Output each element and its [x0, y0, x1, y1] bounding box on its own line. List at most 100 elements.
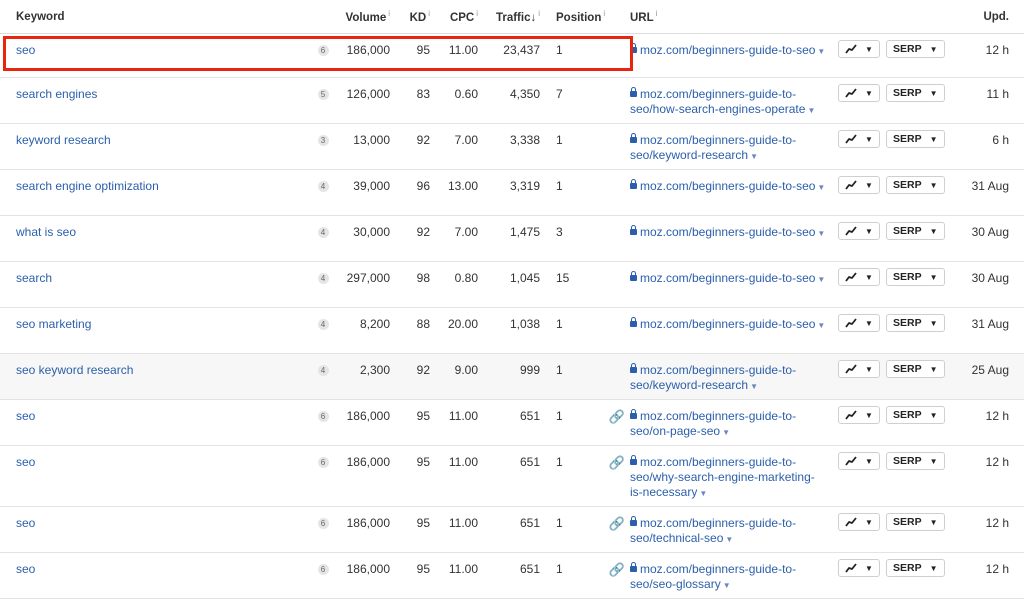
col-traffic[interactable]: Traffic↓ i — [478, 0, 540, 34]
serp-button[interactable]: SERP ▼ — [886, 513, 945, 531]
trend-button[interactable]: ▼ — [838, 452, 880, 470]
keyword-link[interactable]: seo — [16, 409, 35, 423]
info-icon[interactable]: i — [656, 9, 658, 18]
serp-count-badge[interactable]: 6 — [317, 457, 329, 468]
serp-count-badge[interactable]: 4 — [317, 273, 329, 284]
serp-count-badge[interactable]: 4 — [317, 181, 329, 192]
url-link[interactable]: moz.com/beginners-guide-to-seo — [640, 271, 815, 285]
link-icon[interactable] — [604, 354, 630, 363]
url-link[interactable]: moz.com/beginners-guide-to-seo — [640, 179, 815, 193]
keyword-link[interactable]: seo — [16, 455, 35, 469]
link-icon[interactable]: 🔗 — [604, 446, 630, 470]
link-icon-cell — [604, 215, 630, 262]
trend-button[interactable]: ▼ — [838, 406, 880, 424]
chevron-down-icon: ▼ — [929, 272, 938, 282]
serp-button[interactable]: SERP ▼ — [886, 452, 945, 470]
trend-button[interactable]: ▼ — [838, 222, 880, 240]
serp-button[interactable]: SERP ▼ — [886, 84, 945, 102]
info-icon[interactable]: i — [603, 9, 605, 18]
url-dropdown-icon[interactable]: ▼ — [817, 47, 825, 56]
col-updated[interactable]: Upd. — [952, 0, 1024, 34]
url-dropdown-icon[interactable]: ▼ — [817, 229, 825, 238]
link-icon[interactable]: 🔗 — [604, 553, 630, 577]
keyword-link[interactable]: search engine optimization — [16, 179, 159, 193]
url-dropdown-icon[interactable]: ▼ — [817, 183, 825, 192]
info-icon[interactable]: i — [428, 9, 430, 18]
serp-button[interactable]: SERP ▼ — [886, 268, 945, 286]
trend-button[interactable]: ▼ — [838, 176, 880, 194]
link-icon[interactable]: 🔗 — [604, 507, 630, 531]
serp-button[interactable]: SERP ▼ — [886, 559, 945, 577]
keyword-link[interactable]: seo — [16, 562, 35, 576]
col-cpc[interactable]: CPC i — [430, 0, 478, 34]
serp-count-badge[interactable]: 3 — [317, 135, 329, 146]
serp-button[interactable]: SERP ▼ — [886, 176, 945, 194]
trend-button[interactable]: ▼ — [838, 559, 880, 577]
serp-button[interactable]: SERP ▼ — [886, 314, 945, 332]
url-link[interactable]: moz.com/beginners-guide-to-seo/seo-gloss… — [630, 562, 796, 591]
url-dropdown-icon[interactable]: ▼ — [817, 321, 825, 330]
volume-value: 13,000 — [353, 133, 390, 147]
url-dropdown-icon[interactable]: ▼ — [817, 275, 825, 284]
keyword-link[interactable]: seo keyword research — [16, 363, 133, 377]
url-link[interactable]: moz.com/beginners-guide-to-seo/how-searc… — [630, 87, 805, 116]
serp-count-badge[interactable]: 6 — [317, 518, 329, 529]
keyword-link[interactable]: search — [16, 271, 52, 285]
serp-count-badge[interactable]: 4 — [317, 227, 329, 238]
keyword-link[interactable]: keyword research — [16, 133, 111, 147]
url-link[interactable]: moz.com/beginners-guide-to-seo/keyword-r… — [630, 363, 796, 392]
trend-button[interactable]: ▼ — [838, 314, 880, 332]
serp-button[interactable]: SERP ▼ — [886, 360, 945, 378]
url-dropdown-icon[interactable]: ▼ — [750, 382, 758, 391]
col-keyword[interactable]: Keyword — [0, 0, 308, 34]
serp-button[interactable]: SERP ▼ — [886, 406, 945, 424]
url-dropdown-icon[interactable]: ▼ — [699, 489, 707, 498]
url-dropdown-icon[interactable]: ▼ — [725, 535, 733, 544]
url-link[interactable]: moz.com/beginners-guide-to-seo — [640, 225, 815, 239]
url-link[interactable]: moz.com/beginners-guide-to-seo/why-searc… — [630, 455, 815, 499]
url-link[interactable]: moz.com/beginners-guide-to-seo/on-page-s… — [630, 409, 796, 438]
keyword-link[interactable]: search engines — [16, 87, 97, 101]
link-icon[interactable] — [604, 216, 630, 225]
url-link[interactable]: moz.com/beginners-guide-to-seo — [640, 317, 815, 331]
col-position[interactable]: Position i — [540, 0, 605, 34]
link-icon[interactable] — [604, 262, 630, 271]
trend-button[interactable]: ▼ — [838, 360, 880, 378]
position-cell: 15 — [540, 261, 604, 308]
link-icon[interactable] — [604, 78, 630, 87]
serp-count-badge[interactable]: 5 — [317, 89, 329, 100]
serp-button[interactable]: SERP ▼ — [886, 40, 945, 58]
info-icon[interactable]: i — [476, 9, 478, 18]
info-icon[interactable]: i — [388, 9, 390, 18]
keyword-link[interactable]: seo — [16, 516, 35, 530]
serp-count-badge[interactable]: 6 — [317, 564, 329, 575]
trend-button[interactable]: ▼ — [838, 268, 880, 286]
serp-count-badge[interactable]: 4 — [317, 365, 329, 376]
info-icon[interactable]: i — [538, 9, 540, 18]
trend-button[interactable]: ▼ — [838, 84, 880, 102]
url-dropdown-icon[interactable]: ▼ — [723, 581, 731, 590]
url-link[interactable]: moz.com/beginners-guide-to-seo/technical… — [630, 516, 796, 545]
url-dropdown-icon[interactable]: ▼ — [807, 106, 815, 115]
serp-count-badge[interactable]: 6 — [317, 411, 329, 422]
link-icon[interactable] — [604, 308, 630, 317]
url-link[interactable]: moz.com/beginners-guide-to-seo/keyword-r… — [630, 133, 796, 162]
trend-button[interactable]: ▼ — [838, 130, 880, 148]
link-icon[interactable]: 🔗 — [604, 400, 630, 424]
keyword-link[interactable]: what is seo — [16, 225, 76, 239]
link-icon[interactable] — [604, 170, 630, 179]
col-url[interactable]: URL i — [630, 0, 838, 34]
trend-button[interactable]: ▼ — [838, 40, 880, 58]
col-volume[interactable]: Volume i — [338, 0, 390, 34]
link-icon[interactable] — [604, 124, 630, 133]
url-link[interactable]: moz.com/beginners-guide-to-seo — [640, 43, 815, 57]
url-dropdown-icon[interactable]: ▼ — [722, 428, 730, 437]
trend-button[interactable]: ▼ — [838, 513, 880, 531]
serp-count-badge[interactable]: 4 — [317, 319, 329, 330]
serp-button[interactable]: SERP ▼ — [886, 130, 945, 148]
kd-cell: 95 — [390, 445, 430, 507]
url-dropdown-icon[interactable]: ▼ — [750, 152, 758, 161]
col-kd[interactable]: KD i — [390, 0, 430, 34]
serp-button[interactable]: SERP ▼ — [886, 222, 945, 240]
keyword-link[interactable]: seo marketing — [16, 317, 91, 331]
